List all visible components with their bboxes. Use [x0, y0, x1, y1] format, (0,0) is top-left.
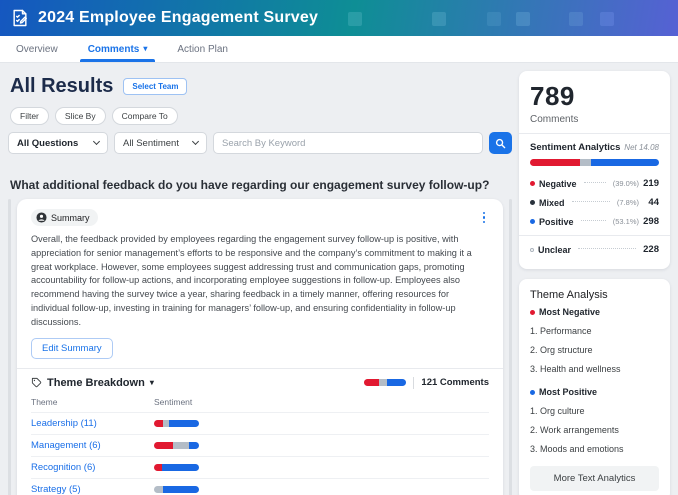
sentiment-bar [154, 464, 199, 471]
questions-select[interactable]: All Questions [8, 132, 108, 154]
app-header: 2024 Employee Engagement Survey [0, 0, 678, 36]
select-team-button[interactable]: Select Team [123, 78, 187, 95]
divider [17, 368, 503, 369]
sentiment-select[interactable]: All Sentiment [114, 132, 207, 154]
decor-square [600, 12, 614, 26]
content-area: All Results Select Team Filter Slice By … [0, 63, 678, 495]
negative-dot-icon [530, 310, 535, 315]
net-score-label: Net 14.08 [624, 143, 659, 152]
tab-action-plan[interactable]: Action Plan [175, 36, 230, 62]
sentiment-bar [154, 486, 199, 493]
mixed-dot-icon [530, 200, 535, 205]
dotted-leader [578, 248, 636, 249]
keyword-search-box [213, 132, 483, 154]
question-summary-card: Summary Overall, the feedback provided b… [17, 199, 503, 495]
sentiment-bar [154, 420, 199, 427]
most-negative-header: Most Negative [530, 307, 659, 317]
dotted-leader [581, 220, 606, 221]
legend-row-mixed: Mixed (7.8%) 44 [530, 193, 659, 212]
column-header-theme: Theme [31, 395, 154, 413]
question-heading: What additional feedback do you have reg… [10, 178, 512, 192]
positive-dot-icon [530, 219, 535, 224]
tab-bar: Overview Comments ▾ Action Plan [0, 36, 678, 63]
total-comments-count: 789 [530, 81, 659, 112]
decor-square [516, 12, 530, 26]
theme-link[interactable]: Strategy (5) [31, 484, 81, 495]
next-card-edge [509, 199, 512, 495]
sidebar: 789 Comments Sentiment Analytics Net 14.… [519, 71, 670, 495]
filter-pill[interactable]: Filter [10, 107, 49, 125]
list-item: 3. Moods and emotions [530, 444, 659, 454]
table-row: Management (6) [31, 434, 489, 456]
theme-link[interactable]: Leadership (11) [31, 418, 97, 429]
most-positive-header: Most Positive [530, 387, 659, 397]
decor-square [569, 12, 583, 26]
search-icon [495, 138, 506, 149]
page-title: All Results [10, 75, 113, 98]
chevron-down-icon [93, 138, 100, 145]
person-icon [36, 212, 47, 223]
filter-pills: Filter Slice By Compare To [10, 107, 512, 125]
survey-document-icon [10, 8, 30, 28]
search-button[interactable] [489, 132, 512, 154]
theme-link[interactable]: Recognition (6) [31, 462, 95, 473]
sentiment-bar-total [530, 159, 659, 166]
divider [413, 377, 414, 389]
compare-to-pill[interactable]: Compare To [112, 107, 178, 125]
theme-analysis-card: Theme Analysis Most Negative 1. Performa… [519, 279, 670, 495]
dotted-leader [572, 201, 610, 202]
comments-count-label: 121 Comments [421, 377, 489, 388]
tab-comments[interactable]: Comments ▾ [86, 36, 150, 62]
summary-badge: Summary [31, 209, 98, 226]
table-row: Recognition (6) [31, 456, 489, 478]
legend-row-unclear: Unclear 228 [530, 240, 659, 259]
list-item: 1. Org culture [530, 406, 659, 416]
tab-overview[interactable]: Overview [14, 36, 60, 62]
table-row: Strategy (5) [31, 478, 489, 495]
summary-text: Overall, the feedback provided by employ… [31, 233, 489, 330]
list-item: 1. Performance [530, 326, 659, 336]
chevron-down-icon: ▾ [143, 45, 147, 53]
chevron-down-icon [192, 138, 199, 145]
previous-card-edge [8, 199, 11, 495]
dotted-leader [584, 182, 606, 183]
decor-square [432, 12, 446, 26]
total-comments-label: Comments [530, 114, 659, 125]
negative-dot-icon [530, 181, 535, 186]
legend-row-negative: Negative (39.0%) 219 [530, 174, 659, 193]
theme-link[interactable]: Management (6) [31, 440, 101, 451]
table-row: Leadership (11) [31, 412, 489, 434]
sentiment-analytics-title: Sentiment Analytics [530, 142, 620, 153]
list-item: 3. Health and wellness [530, 364, 659, 374]
legend-row-positive: Positive (53.1%) 298 [530, 212, 659, 231]
kebab-menu-icon[interactable] [479, 210, 490, 226]
search-input[interactable] [222, 138, 474, 149]
sentiment-bar [154, 442, 199, 449]
theme-breakdown-table: Theme Sentiment Leadership (11) Manageme… [31, 395, 489, 495]
app-title: 2024 Employee Engagement Survey [38, 9, 318, 27]
column-header-sentiment: Sentiment [154, 395, 489, 413]
slice-by-pill[interactable]: Slice By [55, 107, 106, 125]
main-column: All Results Select Team Filter Slice By … [8, 71, 512, 495]
decor-square [348, 12, 362, 26]
theme-analysis-title: Theme Analysis [530, 289, 659, 301]
more-text-analytics-button[interactable]: More Text Analytics [530, 466, 659, 491]
list-item: 2. Work arrangements [530, 425, 659, 435]
list-item: 2. Org structure [530, 345, 659, 355]
divider [519, 133, 670, 134]
edit-summary-button[interactable]: Edit Summary [31, 338, 113, 359]
positive-dot-icon [530, 390, 535, 395]
decor-square [487, 12, 501, 26]
unclear-dot-icon [530, 248, 534, 252]
sentiment-bar-overall [364, 379, 406, 386]
tag-icon [31, 377, 42, 388]
divider [519, 235, 670, 236]
comments-summary-card: 789 Comments Sentiment Analytics Net 14.… [519, 71, 670, 269]
chevron-down-icon: ▾ [150, 378, 154, 387]
theme-breakdown-toggle[interactable]: Theme Breakdown ▾ [31, 377, 154, 389]
